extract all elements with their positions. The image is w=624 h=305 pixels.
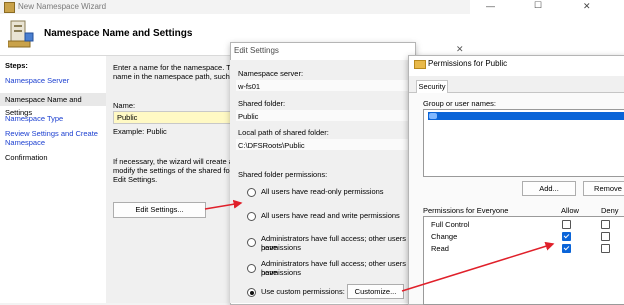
full-control-deny-checkbox[interactable]	[601, 220, 610, 229]
name-input-value: Public	[117, 113, 138, 122]
namespace-server-label: Namespace server:	[238, 69, 304, 78]
user-group-icon	[429, 113, 437, 119]
selected-user-row[interactable]	[428, 112, 624, 120]
maximize-button[interactable]: ☐	[534, 0, 542, 11]
wizard-title: New Namespace Wizard	[18, 2, 107, 11]
permissions-table	[423, 216, 624, 305]
perm-row-label: Change	[431, 232, 458, 241]
step-namespace-name-settings[interactable]: Namespace Name and Settings	[0, 93, 106, 117]
edit-settings-close-icon[interactable]: ✕	[456, 44, 464, 55]
edit-settings-button[interactable]: Edit Settings...	[113, 202, 206, 218]
wizard-heading: Namespace Name and Settings	[44, 28, 193, 39]
local-path-value: C:\DFSRoots\Public	[238, 141, 305, 150]
step-confirmation: Confirmation	[5, 153, 48, 162]
minimize-button[interactable]: —	[486, 1, 495, 11]
wizard-server-icon	[8, 20, 34, 48]
step-review-settings[interactable]: Review Settings and Create Namespace	[5, 129, 103, 147]
add-button[interactable]: Add...	[522, 181, 576, 196]
radio-admin-full-1[interactable]	[247, 238, 256, 247]
tab-security[interactable]: Security	[416, 80, 448, 93]
wizard-app-icon	[4, 2, 15, 13]
permissions-title: Permissions for Public	[428, 59, 508, 68]
edit-settings-title: Edit Settings	[234, 46, 279, 55]
namespace-server-field	[236, 80, 412, 91]
intro-text-line1: Enter a name for the namespace. This	[113, 63, 241, 72]
read-allow-checkbox[interactable]	[562, 244, 571, 253]
customize-button[interactable]: Customize...	[347, 284, 404, 299]
shared-folder-permissions-label: Shared folder permissions:	[238, 170, 328, 179]
note-text-line2: modify the settings of the shared folde	[113, 166, 240, 175]
allow-header: Allow	[561, 206, 579, 215]
radio-read-only[interactable]	[247, 188, 256, 197]
perm-row-label: Read	[431, 244, 449, 253]
shared-folder-field[interactable]	[236, 110, 412, 121]
note-text-line3: Edit Settings.	[113, 175, 158, 184]
folder-icon	[414, 60, 426, 69]
example-label: Example: Public	[113, 127, 167, 136]
deny-header: Deny	[601, 206, 619, 215]
steps-panel: Steps: Namespace Server Namespace Name a…	[0, 56, 107, 303]
radio-admin-full-1-label2: permissions	[261, 243, 302, 252]
radio-read-only-label: All users have read-only permissions	[261, 187, 384, 196]
change-deny-checkbox[interactable]	[601, 232, 610, 241]
read-deny-checkbox[interactable]	[601, 244, 610, 253]
intro-text-line2: name in the namespace path, such as	[113, 72, 240, 81]
name-label: Name:	[113, 101, 136, 110]
shared-folder-label: Shared folder:	[238, 99, 286, 108]
namespace-server-value: w-fs01	[238, 82, 261, 91]
steps-label: Steps:	[5, 61, 28, 70]
change-allow-checkbox[interactable]	[562, 232, 571, 241]
step-namespace-server[interactable]: Namespace Server	[5, 76, 103, 85]
note-text-line1: If necessary, the wizard will create a s	[113, 157, 239, 166]
shared-folder-value: Public	[238, 112, 259, 121]
perm-row-label: Full Control	[431, 220, 470, 229]
full-control-allow-checkbox[interactable]	[562, 220, 571, 229]
remove-button[interactable]: Remove	[583, 181, 624, 196]
step-namespace-type[interactable]: Namespace Type	[5, 114, 103, 123]
close-button[interactable]: ✕	[583, 1, 591, 12]
radio-read-write[interactable]	[247, 212, 256, 221]
group-user-names-label: Group or user names:	[423, 99, 496, 108]
radio-admin-full-2-label2: permissions	[261, 268, 302, 277]
permissions-for-everyone-label: Permissions for Everyone	[423, 206, 509, 215]
radio-read-write-label: All users have read and write permission…	[261, 211, 400, 220]
radio-admin-full-2[interactable]	[247, 264, 256, 273]
radio-custom-permissions[interactable]	[247, 288, 256, 297]
local-path-label: Local path of shared folder:	[238, 128, 329, 137]
